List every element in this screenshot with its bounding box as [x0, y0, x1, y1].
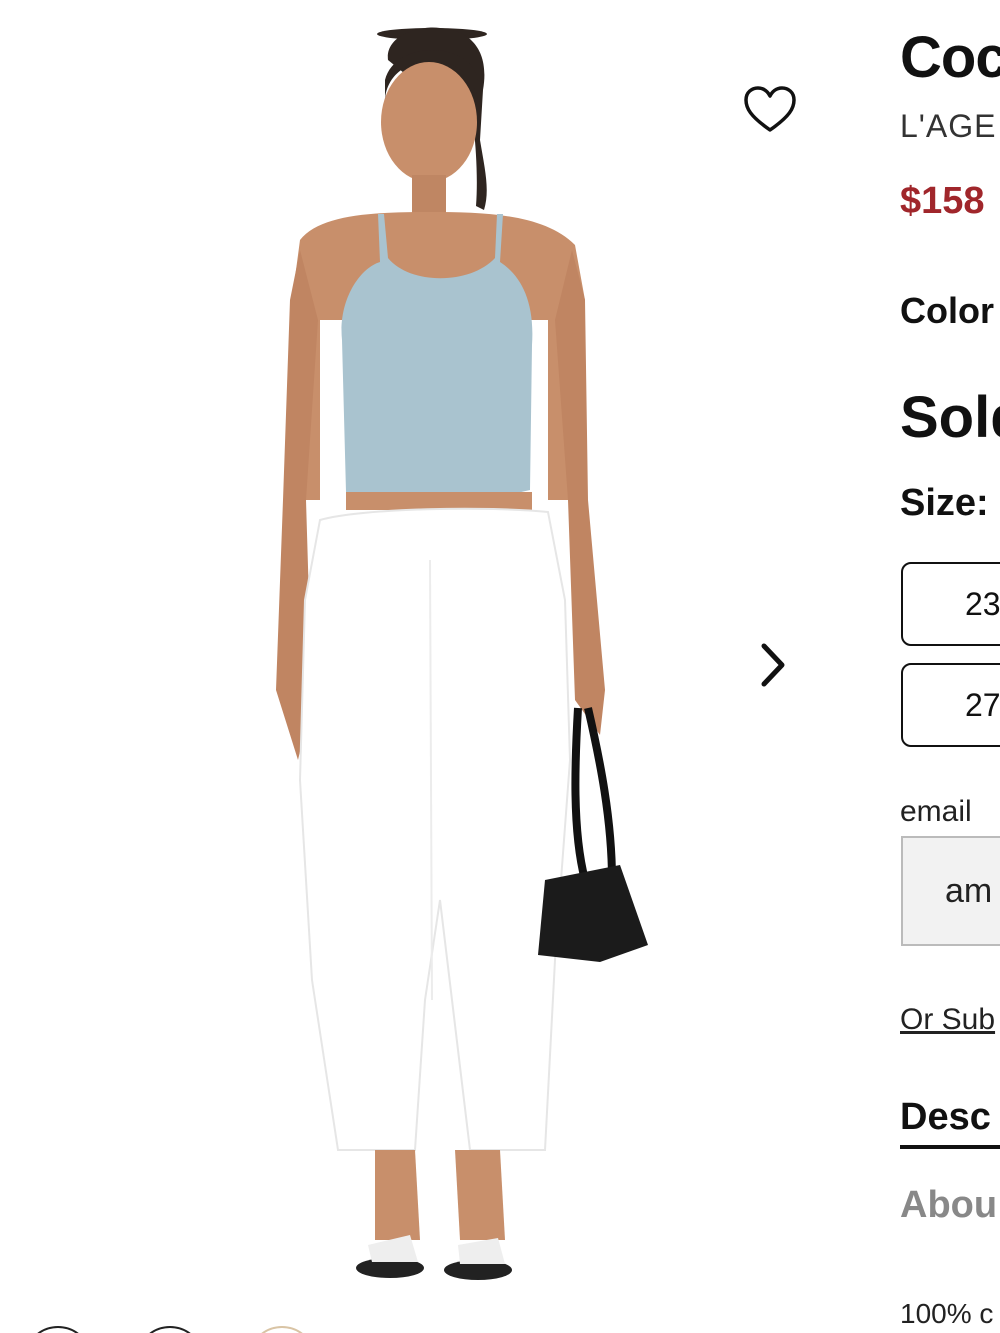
subscribe-link[interactable]: Or Sub	[900, 1003, 995, 1037]
thumbnail-strip	[0, 1318, 860, 1333]
brand-name[interactable]: L'AGE	[900, 108, 996, 145]
product-price: $158	[900, 180, 985, 222]
tab-description[interactable]: Desc	[900, 1096, 1000, 1149]
next-image-button[interactable]	[752, 640, 796, 690]
sold-out-heading: Sold	[900, 385, 1000, 450]
email-label: email	[900, 795, 972, 828]
product-photo	[276, 27, 648, 1280]
thumbnail[interactable]	[248, 1326, 316, 1333]
email-input[interactable]	[901, 836, 1000, 946]
tab-about[interactable]: Abou	[900, 1184, 997, 1227]
heart-outline-icon	[744, 86, 796, 132]
product-image-gallery	[0, 0, 860, 1333]
product-title: Coc	[900, 25, 1000, 90]
size-option-23[interactable]: 23	[901, 562, 1000, 646]
chevron-right-icon	[761, 643, 785, 687]
color-label: Color	[900, 290, 994, 331]
favorite-button[interactable]	[740, 80, 800, 140]
model-figure	[276, 27, 605, 1280]
material-composition: 100% c	[900, 1298, 994, 1329]
size-label: Size:	[900, 482, 989, 524]
thumbnail[interactable]	[136, 1326, 204, 1333]
thumbnail[interactable]	[24, 1326, 92, 1333]
size-option-27[interactable]: 27	[901, 663, 1000, 747]
product-info-panel: Coc L'AGE $158 Color Sold Size: 23 27 em…	[900, 0, 1000, 1333]
